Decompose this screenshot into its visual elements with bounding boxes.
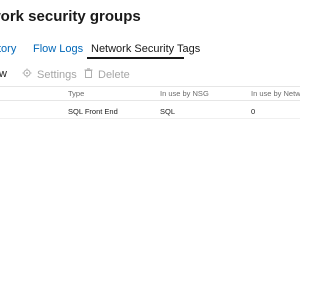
column-header-in-use-by-nsg[interactable]: In use by NSG xyxy=(160,89,209,98)
table-row[interactable]: SQL Front End SQL 0 xyxy=(0,104,300,119)
cell-in-use-by-nsg: SQL xyxy=(160,107,176,116)
delete-button-label: Delete xyxy=(98,68,130,81)
table-header: Type In use by NSG In use by Netwo xyxy=(0,88,300,101)
settings-button-label: Settings xyxy=(37,68,77,81)
new-button[interactable]: w xyxy=(0,68,7,80)
tab-network-security-tags[interactable]: Network Security Tags xyxy=(91,43,200,55)
page-title: work security groups xyxy=(0,8,141,25)
tab-history[interactable]: tory xyxy=(0,43,16,55)
cell-in-use-by-network: 0 xyxy=(251,107,256,116)
new-button-label: w xyxy=(0,68,7,80)
column-header-in-use-by-network[interactable]: In use by Netwo xyxy=(251,89,300,98)
gear-icon xyxy=(22,68,37,81)
page: work security groups tory Flow Logs Netw… xyxy=(0,0,300,300)
active-tab-indicator xyxy=(87,57,184,59)
settings-button[interactable]: Settings xyxy=(22,68,77,81)
delete-button[interactable]: Delete xyxy=(84,68,130,81)
cell-type: SQL Front End xyxy=(68,107,118,116)
trash-icon xyxy=(84,68,98,81)
column-header-type[interactable]: Type xyxy=(68,89,84,98)
toolbar-divider xyxy=(0,86,300,87)
toolbar: w Settings Delete xyxy=(0,65,300,83)
tab-bar: tory Flow Logs Network Security Tags xyxy=(0,40,300,60)
tab-flow-logs[interactable]: Flow Logs xyxy=(33,43,83,55)
